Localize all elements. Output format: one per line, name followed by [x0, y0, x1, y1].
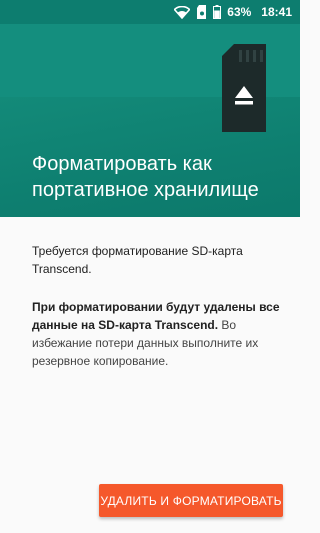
- header: Форматировать как портативное хранилище: [0, 24, 300, 217]
- status-time: 18:41: [261, 5, 292, 19]
- status-right: 63% 18:41: [174, 0, 292, 24]
- data-loss-warning: При форматировании будут удалены все дан…: [32, 298, 282, 370]
- status-bar: 63% 18:41: [0, 0, 300, 24]
- sd-card-eject-icon: [222, 44, 266, 132]
- wifi-icon: [174, 5, 191, 19]
- format-storage-screen: 63% 18:41 Форматировать как портативное …: [0, 0, 300, 533]
- battery-icon: [213, 5, 222, 19]
- battery-percent: 63%: [227, 5, 252, 19]
- data-loss-warning-bold: При форматировании будут удалены все дан…: [32, 300, 280, 332]
- page-title: Форматировать как портативное хранилище: [32, 153, 259, 201]
- sd-card-status-icon: [196, 5, 207, 19]
- erase-and-format-button[interactable]: УДАЛИТЬ И ФОРМАТИРОВАТЬ: [99, 484, 283, 517]
- format-required-text: Требуется форматирование SD-карта Transc…: [32, 244, 243, 276]
